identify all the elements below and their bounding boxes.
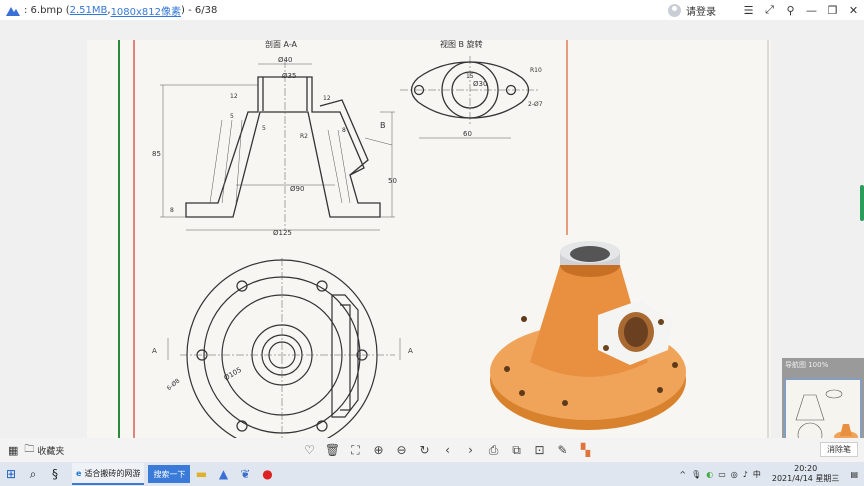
svg-text:8: 8 <box>342 127 346 134</box>
start-icon[interactable]: ⊞ <box>0 463 22 485</box>
svg-text:12: 12 <box>230 93 238 100</box>
window-title: : 6.bmp (2.51MB , 1080x812像素) - 6/38 <box>24 3 218 18</box>
side-tab[interactable] <box>860 185 864 221</box>
svg-text:Ø90: Ø90 <box>290 185 304 193</box>
section-title: 剖面 A-A <box>265 40 298 49</box>
favorites-button[interactable]: 🗀 收藏夹 <box>24 442 64 459</box>
previous-icon[interactable]: ‹ <box>436 438 459 462</box>
svg-text:12: 12 <box>323 95 331 102</box>
feather-icon[interactable]: ❦ <box>234 463 256 485</box>
navigator-title: 导航图 100% <box>785 361 829 369</box>
maximize-icon[interactable]: ❐ <box>822 0 843 20</box>
battery-icon[interactable]: ▭ <box>718 470 726 479</box>
fullscreen-icon[interactable]: ⤢ <box>759 0 780 20</box>
browser-tab-label: 适合搬砖的网游 <box>84 468 141 478</box>
file-explorer-icon[interactable]: ▬ <box>190 463 212 485</box>
eraser-button[interactable]: 消除笔 <box>820 442 858 457</box>
svg-text:Ø30: Ø30 <box>473 80 487 88</box>
login-button[interactable]: 请登录 <box>668 3 716 18</box>
file-size-link[interactable]: 2.51MB <box>70 5 108 16</box>
thumbnail-grid-icon[interactable]: ▦ <box>8 444 18 457</box>
svg-text:6-Ø8: 6-Ø8 <box>166 377 182 392</box>
save-as-icon[interactable]: ⧉ <box>505 438 528 462</box>
screenshot-icon[interactable]: ⊡ <box>528 438 551 462</box>
heart-icon[interactable]: ♡ <box>298 438 321 462</box>
svg-text:A: A <box>152 347 157 355</box>
search-button[interactable]: 搜索一下 <box>148 465 191 483</box>
app-tray-icon[interactable]: ◐ <box>706 470 713 479</box>
svg-text:R2: R2 <box>300 133 308 140</box>
next-icon[interactable]: › <box>459 438 482 462</box>
pin-icon[interactable]: ⚲ <box>780 0 801 20</box>
rotate-icon[interactable]: ↻ <box>413 438 436 462</box>
image-viewer-taskbar-icon[interactable]: ▲ <box>212 463 234 485</box>
svg-text:15: 15 <box>466 73 474 80</box>
edit-icon[interactable]: ✎ <box>551 438 574 462</box>
title-bar: : 6.bmp (2.51MB , 1080x812像素) - 6/38 请登录… <box>0 0 864 20</box>
folder-icon: 🗀 <box>24 443 35 455</box>
svg-text:8: 8 <box>170 207 174 214</box>
microphone-icon[interactable]: 🎙 <box>691 470 701 479</box>
svg-text:R10: R10 <box>530 67 542 74</box>
view-title: 视图 B 旋转 <box>440 40 483 49</box>
record-icon[interactable]: ● <box>256 463 278 485</box>
zoom-out-icon[interactable]: ⊖ <box>390 438 413 462</box>
taskbar-browser-tab[interactable]: e 适合搬砖的网游 <box>72 463 145 485</box>
apps-icon[interactable]: ▚ <box>574 438 597 462</box>
app-s-icon[interactable]: § <box>44 463 66 485</box>
image-dimensions-link[interactable]: 1080x812像素 <box>111 3 181 18</box>
search-icon[interactable]: ⌕ <box>22 463 44 485</box>
system-tray: ^ 🎙 ◐ ▭ ◎ ♪ 中 20:20 2021/4/14 星期三 ▤ <box>679 462 864 486</box>
svg-text:B: B <box>380 121 386 130</box>
svg-text:60: 60 <box>463 130 472 138</box>
print-icon[interactable]: ⎙ <box>482 438 505 462</box>
menu-icon[interactable]: ☰ <box>738 0 759 20</box>
svg-text:A: A <box>408 347 413 355</box>
image-viewer-area[interactable]: 剖面 A-A Ø40 Ø35 12 5 5 12 R2 8 B 85 50 8 … <box>0 20 864 456</box>
login-label: 请登录 <box>686 6 716 18</box>
zoom-in-icon[interactable]: ⊕ <box>367 438 390 462</box>
svg-text:Ø35: Ø35 <box>282 72 296 80</box>
svg-text:Ø105: Ø105 <box>223 366 243 382</box>
svg-text:5: 5 <box>230 113 234 120</box>
render-3d-part <box>490 241 686 430</box>
navigator-panel[interactable]: 导航图 100% <box>782 358 864 450</box>
ime-indicator[interactable]: 中 <box>753 469 761 480</box>
favorites-label: 收藏夹 <box>37 446 65 457</box>
chevron-up-icon[interactable]: ^ <box>679 470 686 479</box>
network-icon[interactable]: ◎ <box>731 470 738 479</box>
app-logo-icon <box>6 4 20 16</box>
notification-icon[interactable]: ▤ <box>850 470 858 479</box>
volume-icon[interactable]: ♪ <box>743 470 748 479</box>
browser-icon: e <box>76 468 82 478</box>
bottom-toolbar: ▦ 🗀 收藏夹 ♡ 🗑 ⛶ ⊕ ⊖ ↻ ‹ › ⎙ ⧉ ⊡ ✎ ▚ 消除笔 <box>0 438 864 462</box>
svg-text:85: 85 <box>152 150 161 158</box>
svg-text:5: 5 <box>262 125 266 132</box>
svg-text:50: 50 <box>388 177 397 185</box>
clock[interactable]: 20:20 2021/4/14 星期三 <box>772 464 840 484</box>
windows-taskbar: ⊞ ⌕ § e 适合搬砖的网游 搜索一下 ▬ ▲ ❦ ● ^ 🎙 ◐ ▭ ◎ ♪… <box>0 462 864 486</box>
drawing-image[interactable]: 剖面 A-A Ø40 Ø35 12 5 5 12 R2 8 B 85 50 8 … <box>87 40 771 456</box>
engineering-drawing: 剖面 A-A Ø40 Ø35 12 5 5 12 R2 8 B 85 50 8 … <box>118 40 769 456</box>
svg-text:2-Ø7: 2-Ø7 <box>528 101 543 108</box>
svg-text:Ø125: Ø125 <box>273 229 292 237</box>
fit-window-icon[interactable]: ⛶ <box>344 438 367 462</box>
avatar <box>668 3 681 17</box>
minimize-icon[interactable]: — <box>801 0 822 20</box>
close-icon[interactable]: ✕ <box>843 0 864 20</box>
clock-date: 2021/4/14 星期三 <box>771 474 840 483</box>
clock-time: 20:20 <box>794 464 818 473</box>
delete-icon[interactable]: 🗑 <box>321 438 344 462</box>
svg-text:Ø40: Ø40 <box>278 56 292 64</box>
